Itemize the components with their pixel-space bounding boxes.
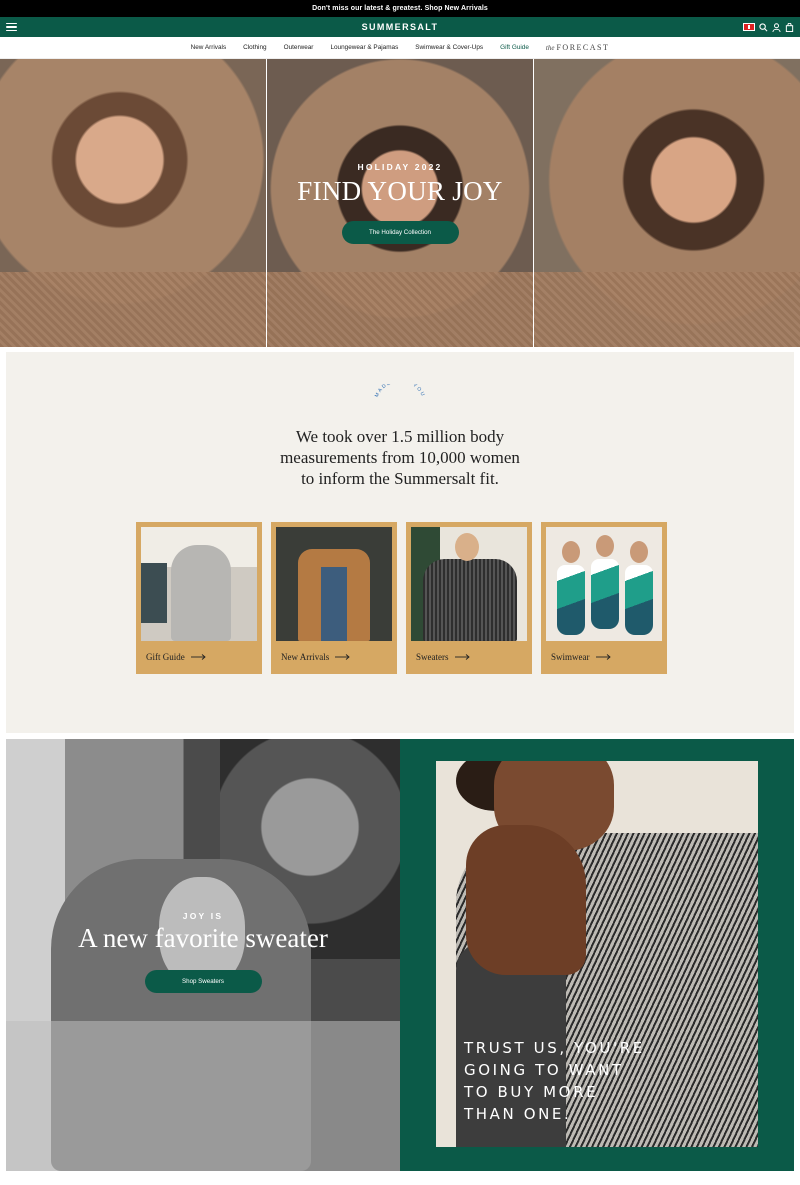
logo[interactable]: SUMMERSALT (362, 22, 439, 32)
card-gift-guide[interactable]: Gift Guide (136, 522, 262, 674)
joy-text: JOY IS A new favorite sweater Shop Sweat… (6, 911, 400, 993)
made-for-you-section: MADE FOR YOU We took over 1.5 million bo… (6, 352, 794, 733)
sweaters-photo (411, 527, 527, 641)
feature-panels: JOY IS A new favorite sweater Shop Sweat… (6, 739, 794, 1171)
svg-text:MADE FOR YOU: MADE FOR YOU (374, 384, 426, 398)
joy-title: A new favorite sweater (78, 923, 328, 953)
nav-new-arrivals[interactable]: New Arrivals (191, 44, 227, 51)
hero-banner: HOLIDAY 2022 FIND YOUR JOY The Holiday C… (0, 59, 800, 347)
fit-heading-line: We took over 1.5 million body (295, 427, 505, 446)
card-label: Sweaters (416, 652, 449, 662)
nav-loungewear[interactable]: Loungewear & Pajamas (330, 44, 398, 51)
joy-eyebrow: JOY IS (182, 911, 224, 921)
header-icons (743, 22, 794, 32)
made-for-you-badge: MADE FOR YOU (374, 384, 426, 398)
fit-heading-line: measurements from 10,000 women (280, 448, 520, 467)
sweater-feature: JOY IS A new favorite sweater Shop Sweat… (6, 739, 400, 1171)
card-label: New Arrivals (281, 652, 330, 662)
menu-icon[interactable] (6, 22, 17, 32)
hero-title: FIND YOUR JOY (297, 176, 503, 206)
nav-outerwear[interactable]: Outerwear (284, 44, 314, 51)
search-icon[interactable] (759, 22, 768, 32)
trust-panel: TRUST US, YOU'RE GOING TO WANT TO BUY MO… (400, 739, 794, 1171)
trust-line: THAN ONE. (464, 1105, 572, 1123)
announcement-bar[interactable]: Don't miss our latest & greatest. Shop N… (0, 0, 800, 17)
hero-text: HOLIDAY 2022 FIND YOUR JOY The Holiday C… (0, 162, 800, 244)
nav-gift-guide[interactable]: Gift Guide (500, 44, 529, 51)
arrow-right-icon (454, 654, 470, 660)
arrow-right-icon (190, 654, 206, 660)
account-icon[interactable] (772, 22, 781, 32)
new-arrivals-photo (276, 527, 392, 641)
hero-eyebrow: HOLIDAY 2022 (357, 162, 443, 172)
card-swimwear[interactable]: Swimwear (541, 522, 667, 674)
fit-heading: We took over 1.5 million body measuremen… (6, 426, 794, 489)
card-new-arrivals[interactable]: New Arrivals (271, 522, 397, 674)
fit-heading-line: to inform the Summersalt fit. (301, 469, 499, 488)
nav-clothing[interactable]: Clothing (243, 44, 266, 51)
flag-icon[interactable] (743, 23, 755, 31)
holiday-collection-button[interactable]: The Holiday Collection (341, 221, 459, 244)
trust-line: TRUST US, YOU'RE (464, 1039, 645, 1057)
nav-the-forecast[interactable]: the FORECAST (546, 43, 609, 52)
trust-line: TO BUY MORE (464, 1083, 599, 1101)
forecast-label: FORECAST (556, 43, 610, 52)
shop-sweaters-button[interactable]: Shop Sweaters (144, 970, 262, 993)
bag-icon[interactable] (785, 22, 794, 32)
card-sweaters[interactable]: Sweaters (406, 522, 532, 674)
trust-line: GOING TO WANT (464, 1061, 624, 1079)
swimwear-photo (546, 527, 662, 641)
announcement-text[interactable]: Don't miss our latest & greatest. Shop N… (312, 5, 488, 12)
arrow-right-icon (595, 654, 611, 660)
card-label: Swimwear (551, 652, 590, 662)
forecast-prefix: the (545, 44, 555, 52)
category-cards: Gift Guide New Arrivals Sweaters Swimwea… (136, 522, 667, 674)
card-label: Gift Guide (146, 652, 185, 662)
gift-guide-photo (141, 527, 257, 641)
arrow-right-icon (335, 654, 350, 660)
main-nav: New Arrivals Clothing Outerwear Loungewe… (0, 37, 800, 59)
trust-message: TRUST US, YOU'RE GOING TO WANT TO BUY MO… (464, 1037, 645, 1125)
nav-swimwear[interactable]: Swimwear & Cover-Ups (415, 44, 483, 51)
site-header: SUMMERSALT (0, 17, 800, 37)
